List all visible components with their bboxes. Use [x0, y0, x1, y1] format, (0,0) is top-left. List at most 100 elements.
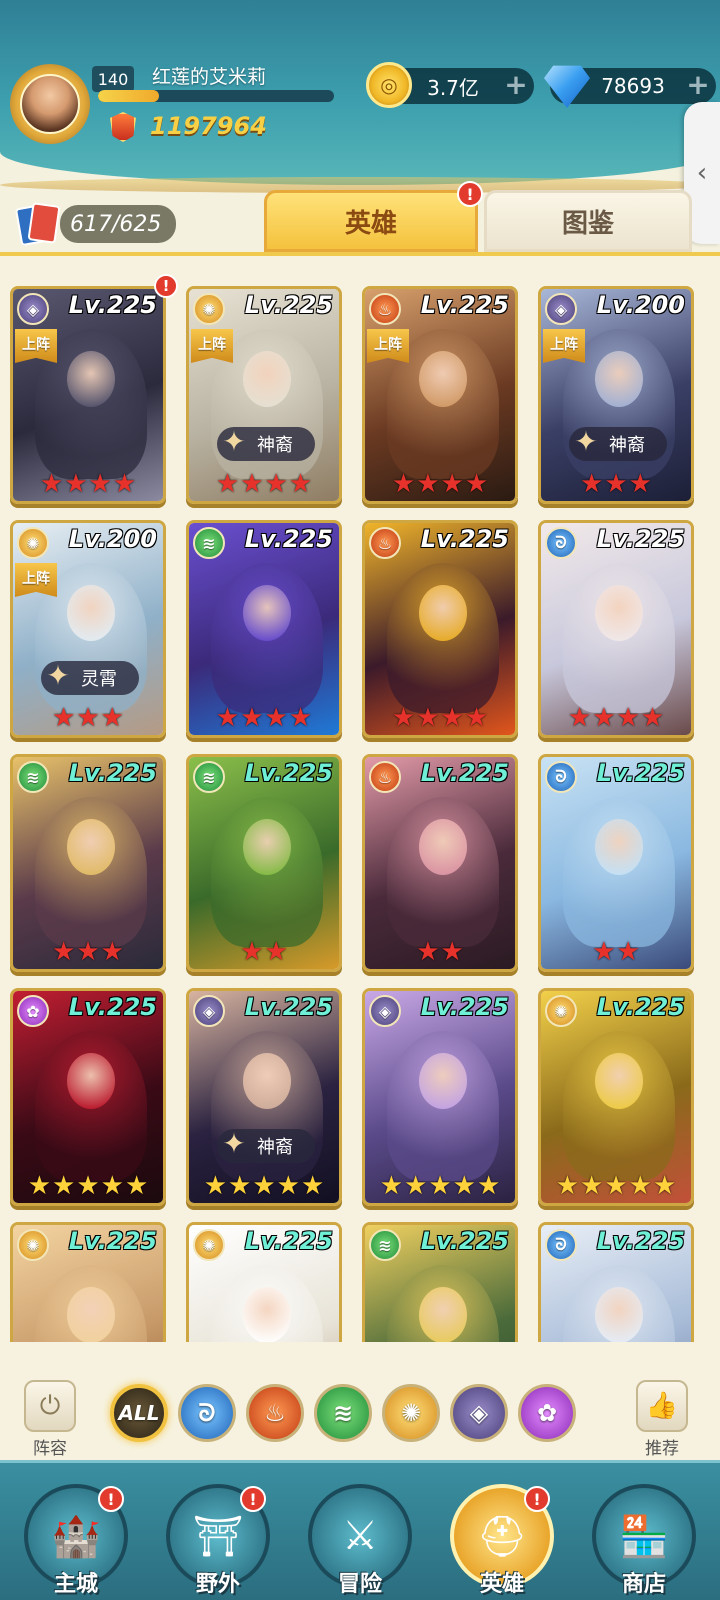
- hero-star-rating: ★ ★ ★ ★: [189, 703, 339, 733]
- star-icon: ★: [215, 469, 240, 499]
- nav-label: 主城: [53, 1572, 98, 1597]
- nav-gate[interactable]: ⛩ 野外!: [160, 1484, 276, 1597]
- nav-label: 冒险: [337, 1572, 382, 1597]
- star-icon: ★: [240, 469, 264, 499]
- lineup-button[interactable]: ⏻ 阵容: [18, 1380, 82, 1459]
- hero-star-rating: ★ ★: [189, 937, 339, 967]
- hero-star-rating: ★ ★ ★ ★ ★: [365, 1171, 515, 1201]
- hero-level: Lv.225: [244, 1227, 333, 1255]
- hero-card[interactable]: ≋ Lv.225 ★ ★: [186, 754, 342, 972]
- hero-card[interactable]: ◈ Lv.225 上阵 ★ ★ ★ ★: [10, 286, 166, 504]
- star-icon: ★: [416, 703, 440, 733]
- star-icon: ★: [440, 703, 464, 733]
- star-icon: ★: [464, 703, 489, 733]
- star-icon: ★: [203, 1171, 228, 1201]
- filter-all-button[interactable]: ALL: [110, 1384, 168, 1442]
- star-icon: ★: [27, 1171, 52, 1201]
- hero-star-rating: ★ ★ ★ ★ ★: [13, 1171, 163, 1201]
- filter-water-icon[interactable]: ᘐ: [178, 1384, 236, 1442]
- water-element-icon: ᘐ: [545, 1229, 577, 1261]
- star-icon: ★: [616, 937, 640, 967]
- hero-level: Lv.225: [244, 759, 333, 787]
- filter-wind-icon[interactable]: ≋: [314, 1384, 372, 1442]
- tab-codex[interactable]: 图鉴: [484, 190, 692, 252]
- star-icon: ★: [228, 1171, 252, 1201]
- hero-card[interactable]: ≋ Lv.225: [362, 1222, 518, 1342]
- star-icon: ★: [604, 469, 628, 499]
- hero-star-rating: ★ ★ ★ ★: [189, 469, 339, 499]
- star-icon: ★: [440, 937, 464, 967]
- tab-heroes-label: 英雄: [344, 208, 397, 239]
- hero-star-rating: ★ ★ ★: [13, 937, 163, 967]
- wind-element-icon: ≋: [17, 761, 49, 793]
- hero-card[interactable]: ◈Lv.200上阵神裔★★★: [538, 286, 694, 504]
- nav-knight-helmet[interactable]: ⛑ 英雄!: [444, 1484, 560, 1597]
- player-name: 红莲的艾米莉: [152, 66, 267, 88]
- hero-faction-tag: 神裔: [567, 423, 667, 461]
- hero-card[interactable]: ≋ Lv.225 ★ ★ ★ ★: [186, 520, 342, 738]
- filter-light-icon[interactable]: ✺: [382, 1384, 440, 1442]
- player-avatar[interactable]: [20, 74, 80, 134]
- player-avatar-frame[interactable]: [10, 64, 90, 144]
- star-icon: ★: [264, 469, 288, 499]
- hero-star-rating: ★ ★ ★ ★: [365, 469, 515, 499]
- tab-heroes[interactable]: 英雄 !: [264, 181, 483, 252]
- hero-card[interactable]: ᘐ Lv.225: [538, 1222, 694, 1342]
- diamond-currency: 78693 +: [544, 65, 716, 108]
- star-icon: ★: [428, 1171, 452, 1201]
- add-diamond-button[interactable]: +: [686, 71, 710, 99]
- hero-card[interactable]: ◈ Lv.225 ★ ★ ★ ★ ★: [362, 988, 518, 1206]
- star-icon: ★: [264, 703, 288, 733]
- hero-card[interactable]: ♨ Lv.225 上阵 ★ ★ ★ ★: [362, 286, 518, 504]
- arcane-element-icon: ✿: [17, 995, 49, 1027]
- hero-level: Lv.225: [596, 525, 685, 553]
- hero-card[interactable]: ✺ Lv.225: [10, 1222, 166, 1342]
- hero-star-rating: ★ ★ ★ ★: [541, 703, 691, 733]
- star-icon: ★: [379, 1171, 404, 1201]
- filter-dark-icon[interactable]: ◈: [450, 1384, 508, 1442]
- hero-card[interactable]: ✺Lv.200上阵灵霄★★★: [10, 520, 166, 738]
- filter-arcane-icon[interactable]: ✿: [518, 1384, 576, 1442]
- add-gold-button[interactable]: +: [504, 71, 528, 99]
- hero-card[interactable]: ✺Lv.225上阵神裔★★★★: [186, 286, 342, 504]
- nav-sword[interactable]: ⚔ 冒险: [302, 1484, 418, 1597]
- star-icon: ★: [628, 469, 652, 499]
- wind-element-icon: ≋: [369, 1229, 401, 1261]
- hero-card[interactable]: ✺ Lv.225 ★ ★ ★ ★ ★: [538, 988, 694, 1206]
- combat-power-value: 1197964: [150, 112, 267, 140]
- hero-card[interactable]: ✺ Lv.225: [186, 1222, 342, 1342]
- light-element-icon: ✺: [193, 293, 225, 325]
- exp-bar: [98, 90, 334, 102]
- hero-faction-tag: 灵霄: [39, 657, 139, 695]
- notification-badge: !: [98, 1486, 124, 1512]
- hero-star-rating: ★ ★ ★ ★ ★: [189, 1171, 339, 1201]
- hero-grid: ◈Lv.225上阵★★★★!✺Lv.225上阵神裔★★★★♨Lv.225上阵★★…: [10, 270, 710, 1342]
- hero-card[interactable]: ᘐ Lv.225 ★ ★ ★ ★: [538, 520, 694, 738]
- hero-card[interactable]: ≋ Lv.225 ★ ★ ★: [10, 754, 166, 972]
- star-icon: ★: [64, 469, 88, 499]
- hero-level: Lv.225: [596, 993, 685, 1021]
- dark-element-icon: ◈: [17, 293, 49, 325]
- star-icon: ★: [440, 469, 464, 499]
- dark-element-icon: ◈: [545, 293, 577, 325]
- hero-level: Lv.225: [596, 1227, 685, 1255]
- star-icon: ★: [112, 469, 137, 499]
- hero-star-rating: ★ ★ ★ ★: [13, 469, 163, 499]
- filter-fire-icon[interactable]: ♨: [246, 1384, 304, 1442]
- hero-card[interactable]: ♨ Lv.225 ★ ★: [362, 754, 518, 972]
- gold-currency: ◎ 3.7亿 +: [366, 62, 534, 108]
- recommend-button[interactable]: 👍 推荐: [630, 1380, 694, 1459]
- nav-castle[interactable]: 🏰 主城!: [18, 1484, 134, 1597]
- hero-level: Lv.225: [420, 525, 509, 553]
- star-icon: ★: [100, 937, 124, 967]
- hero-card[interactable]: ◈Lv.225神裔★★★★★: [186, 988, 342, 1206]
- nav-shop[interactable]: 🏪 商店: [586, 1484, 702, 1597]
- hero-card[interactable]: ᘐ Lv.225 ★ ★: [538, 754, 694, 972]
- star-icon: ★: [404, 1171, 428, 1201]
- lineup-icon: ⏻: [24, 1380, 76, 1432]
- player-level: 140: [92, 66, 134, 92]
- hero-card[interactable]: ✿ Lv.225 ★ ★ ★ ★ ★: [10, 988, 166, 1206]
- fire-element-icon: ♨: [369, 293, 401, 325]
- hero-card[interactable]: ♨ Lv.225 ★ ★ ★ ★: [362, 520, 518, 738]
- hero-star-rating: ★ ★: [365, 937, 515, 967]
